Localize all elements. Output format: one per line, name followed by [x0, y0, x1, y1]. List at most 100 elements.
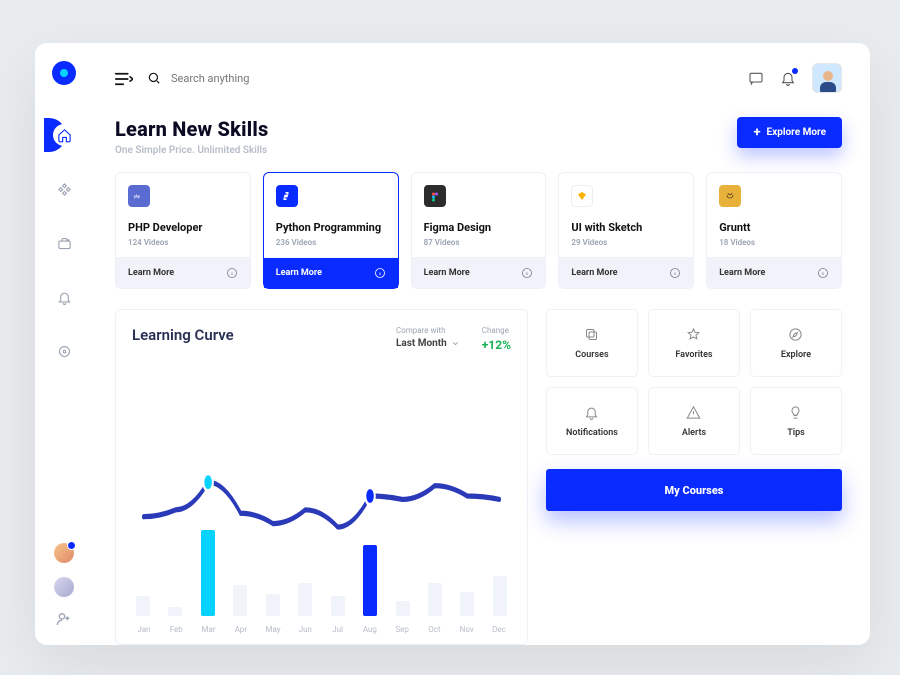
tile-explore[interactable]: Explore: [750, 309, 842, 377]
explore-more-button[interactable]: +Explore More: [737, 117, 842, 148]
course-title: Gruntt: [719, 221, 829, 234]
chart-area: Jan Feb Mar Apr May Jun Jul Aug Sep Oct Nov Dec: [132, 358, 511, 634]
compass-icon: [788, 327, 803, 342]
xaxis-label: Sep: [392, 625, 412, 634]
compare-label: Compare with: [396, 326, 460, 335]
alert-icon: [686, 405, 701, 420]
tile-tips[interactable]: Tips: [750, 387, 842, 455]
main-content: Learn New Skills One Simple Price. Unlim…: [93, 43, 870, 645]
message-icon: [748, 70, 764, 86]
xaxis-label: Jun: [295, 625, 315, 634]
profile-avatar[interactable]: [812, 63, 842, 93]
grunt-icon: [719, 185, 741, 207]
home-icon: [57, 128, 72, 143]
nav-briefcase[interactable]: [50, 229, 78, 257]
svg-text:php: php: [134, 195, 140, 199]
user-avatar-1[interactable]: [54, 543, 74, 563]
info-icon: [521, 267, 533, 279]
xaxis-label: Aug: [360, 625, 380, 634]
tile-courses[interactable]: Courses: [546, 309, 638, 377]
php-icon: php: [128, 185, 150, 207]
tile-notifications[interactable]: Notifications: [546, 387, 638, 455]
notifications-button[interactable]: [780, 70, 796, 86]
user-avatar-2[interactable]: [54, 577, 74, 597]
course-videos: 124 Videos: [128, 238, 238, 247]
menu-icon: [115, 72, 133, 86]
chart-title: Learning Curve: [132, 326, 234, 344]
briefcase-icon: [57, 236, 72, 251]
change-value: +12%: [482, 338, 511, 352]
change-label: Change: [482, 326, 511, 335]
bulb-icon: [788, 405, 803, 420]
course-title: Figma Design: [424, 221, 534, 234]
course-cards: php PHP Developer 124 Videos Learn More …: [115, 172, 842, 289]
course-videos: 236 Videos: [276, 238, 386, 247]
sidebar: [35, 43, 93, 645]
topbar: [115, 61, 842, 95]
messages-button[interactable]: [748, 70, 764, 86]
info-icon: [374, 267, 386, 279]
info-icon: [817, 267, 829, 279]
course-card-python[interactable]: Python Programming 236 Videos Learn More: [263, 172, 399, 289]
course-videos: 29 Videos: [571, 238, 681, 247]
nav-home[interactable]: [50, 121, 78, 149]
learn-more-button[interactable]: Learn More: [707, 257, 841, 288]
learn-more-button[interactable]: Learn More: [559, 257, 693, 288]
nav-notifications[interactable]: [50, 283, 78, 311]
hero: Learn New Skills One Simple Price. Unlim…: [115, 117, 842, 156]
course-videos: 18 Videos: [719, 238, 829, 247]
python-icon: [276, 185, 298, 207]
search-input[interactable]: [171, 72, 371, 85]
gear-icon: [57, 344, 72, 359]
course-title: Python Programming: [276, 221, 386, 234]
course-title: PHP Developer: [128, 221, 238, 234]
xaxis-label: Jul: [328, 625, 348, 634]
xaxis-label: Feb: [166, 625, 186, 634]
bell-icon: [57, 290, 72, 305]
search[interactable]: [147, 71, 734, 85]
learn-more-button[interactable]: Learn More: [116, 257, 250, 288]
course-title: UI with Sketch: [571, 221, 681, 234]
bell-icon: [584, 405, 599, 420]
page-subtitle: One Simple Price. Unlimited Skills: [115, 145, 268, 156]
course-card-grunt[interactable]: Gruntt 18 Videos Learn More: [706, 172, 842, 289]
course-card-php[interactable]: php PHP Developer 124 Videos Learn More: [115, 172, 251, 289]
xaxis-label: Dec: [489, 625, 509, 634]
star-icon: [686, 327, 701, 342]
explore-more-label: Explore More: [767, 127, 826, 138]
menu-toggle[interactable]: [115, 71, 133, 85]
chevron-down-icon: [451, 339, 460, 348]
xaxis-label: Jan: [134, 625, 154, 634]
search-icon: [147, 71, 161, 85]
xaxis-label: May: [263, 625, 283, 634]
figma-icon: [424, 185, 446, 207]
info-icon: [669, 267, 681, 279]
xaxis-label: Mar: [199, 625, 219, 634]
learn-more-button[interactable]: Learn More: [264, 257, 398, 288]
nav-apps[interactable]: [50, 175, 78, 203]
add-user-button[interactable]: [56, 611, 72, 627]
xaxis-label: Apr: [231, 625, 251, 634]
course-card-sketch[interactable]: UI with Sketch 29 Videos Learn More: [558, 172, 694, 289]
learning-curve-chart: Learning Curve Compare with Last Month C…: [115, 309, 528, 645]
copy-icon: [584, 327, 599, 342]
sketch-icon: [571, 185, 593, 207]
tile-alerts[interactable]: Alerts: [648, 387, 740, 455]
course-card-figma[interactable]: Figma Design 87 Videos Learn More: [411, 172, 547, 289]
add-user-icon: [56, 611, 72, 627]
learn-more-button[interactable]: Learn More: [412, 257, 546, 288]
avatar-icon: [813, 64, 842, 93]
compare-selector[interactable]: Last Month: [396, 338, 460, 349]
my-courses-button[interactable]: My Courses: [546, 469, 842, 511]
xaxis-label: Nov: [457, 625, 477, 634]
info-icon: [226, 267, 238, 279]
nav-settings[interactable]: [50, 337, 78, 365]
grid-icon: [57, 182, 72, 197]
trend-line: [132, 358, 511, 634]
app-logo: [52, 61, 76, 85]
tile-favorites[interactable]: Favorites: [648, 309, 740, 377]
quick-tiles: Courses Favorites Explore Notifications …: [546, 309, 842, 455]
xaxis-label: Oct: [424, 625, 444, 634]
page-title: Learn New Skills: [115, 117, 268, 141]
course-videos: 87 Videos: [424, 238, 534, 247]
